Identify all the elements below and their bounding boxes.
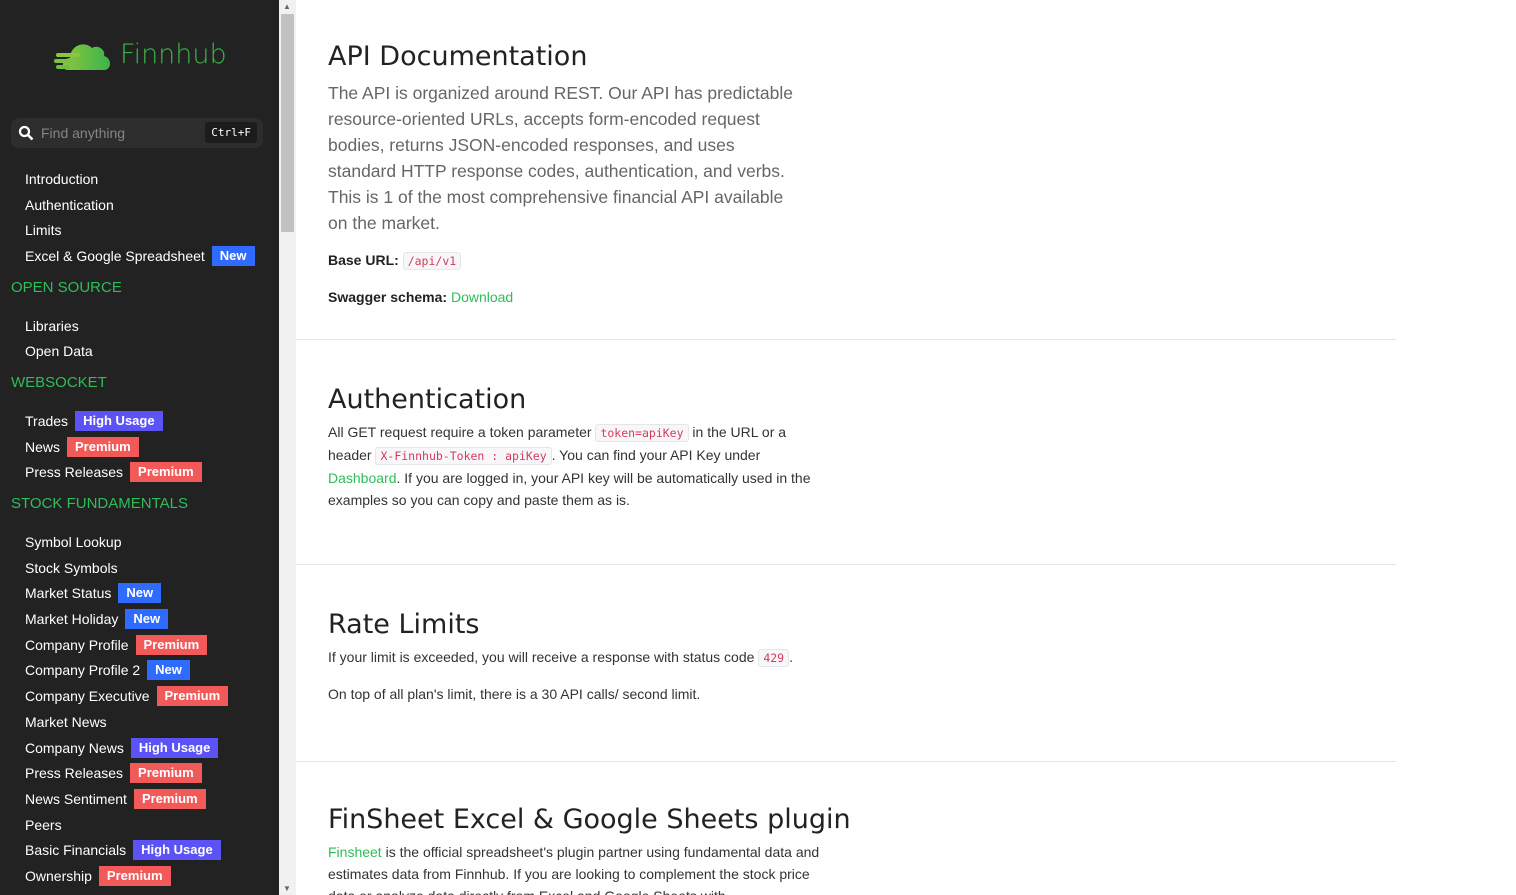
sidebar-item-label: Ownership bbox=[25, 867, 92, 884]
badge-high-usage: High Usage bbox=[75, 410, 163, 431]
sidebar-item-company-news[interactable]: Company News High Usage bbox=[0, 735, 279, 761]
finsheet-text: Finsheet is the official spreadsheet's p… bbox=[328, 844, 820, 895]
badge-new: New bbox=[125, 609, 169, 630]
sidebar-item-peers[interactable]: Peers bbox=[0, 812, 279, 838]
sidebar-item-market-status[interactable]: Market Status New bbox=[0, 581, 279, 607]
token-param-code: token=apiKey bbox=[595, 424, 689, 442]
nav-section-title: WEBSOCKET bbox=[11, 374, 107, 392]
sidebar-item-label: Market News bbox=[25, 713, 107, 730]
section-title: Rate Limits bbox=[328, 609, 480, 640]
sidebar-item-trades[interactable]: Trades High Usage bbox=[0, 408, 279, 434]
page-title: API Documentation bbox=[328, 41, 588, 72]
sidebar-item-limits[interactable]: Limits bbox=[0, 217, 279, 243]
badge-premium: Premium bbox=[156, 686, 229, 707]
limits-text-2: On top of all plan's limit, there is a 3… bbox=[328, 686, 701, 702]
sidebar-item-authentication[interactable]: Authentication bbox=[0, 192, 279, 218]
sidebar-item-label: Company Profile 2 bbox=[25, 662, 141, 679]
badge-new: New bbox=[118, 583, 162, 604]
sidebar-item-news[interactable]: News Premium bbox=[0, 434, 279, 460]
search-box[interactable]: Ctrl+F bbox=[11, 118, 263, 148]
sidebar-item-label: Peers bbox=[25, 816, 62, 833]
section-finsheet: FinSheet Excel & Google Sheets plugin Fi… bbox=[296, 762, 1396, 895]
sidebar-item-symbol-lookup[interactable]: Symbol Lookup bbox=[0, 529, 279, 555]
main-content: API Documentation The API is organized a… bbox=[296, 0, 1396, 895]
sidebar-item-label: Market Status bbox=[25, 585, 112, 602]
sidebar-item-label: Open Data bbox=[25, 343, 93, 360]
limits-text: If your limit is exceeded, you will rece… bbox=[328, 649, 793, 667]
nav-section-title: OPEN SOURCE bbox=[11, 278, 122, 296]
sidebar-item-label: Press Releases bbox=[25, 464, 124, 481]
finnhub-logo[interactable]: Finnhub bbox=[54, 36, 227, 72]
sidebar-item-label: Limits bbox=[25, 222, 62, 239]
sidebar-item-open-data[interactable]: Open Data bbox=[0, 338, 279, 364]
sidebar-item-libraries[interactable]: Libraries bbox=[0, 313, 279, 339]
finsheet-link[interactable]: Finsheet bbox=[328, 844, 382, 860]
scroll-up-icon[interactable]: ▲ bbox=[283, 2, 291, 11]
sidebar-item-company-profile-2[interactable]: Company Profile 2 New bbox=[0, 658, 279, 684]
sidebar-item-news-sentiment[interactable]: News Sentiment Premium bbox=[0, 786, 279, 812]
token-header-code: X-Finnhub-Token : apiKey bbox=[375, 447, 552, 465]
scrollbar[interactable]: ▲ ▼ bbox=[279, 0, 296, 895]
sidebar-item-label: Introduction bbox=[25, 170, 99, 187]
sidebar-item-label: Trades bbox=[25, 412, 69, 429]
badge-new: New bbox=[147, 660, 190, 681]
sidebar-item-label: Stock Symbols bbox=[25, 559, 118, 576]
section-rate-limits: Rate Limits If your limit is exceeded, y… bbox=[296, 565, 1396, 762]
search-icon bbox=[18, 125, 34, 141]
badge-premium: Premium bbox=[67, 436, 139, 457]
badge-premium: Premium bbox=[130, 462, 202, 483]
badge-new: New bbox=[211, 245, 255, 266]
sidebar-item-basic-financials[interactable]: Basic Financials High Usage bbox=[0, 837, 279, 863]
search-shortcut: Ctrl+F bbox=[205, 122, 257, 143]
section-introduction: API Documentation The API is organized a… bbox=[296, 0, 1396, 340]
sidebar-item-label: Basic Financials bbox=[25, 842, 127, 859]
sidebar-item-label: Press Releases bbox=[25, 765, 124, 782]
sidebar-item-label: Libraries bbox=[25, 317, 79, 334]
sidebar: Finnhub Ctrl+F Introduction Authenticatio… bbox=[0, 0, 279, 895]
sidebar-item-excel-google-spreadsheet[interactable]: Excel & Google Spreadsheet New bbox=[0, 243, 279, 269]
sidebar-item-label: Symbol Lookup bbox=[25, 534, 122, 551]
section-authentication: Authentication All GET request require a… bbox=[296, 340, 1396, 565]
sidebar-item-market-news[interactable]: Market News bbox=[0, 709, 279, 735]
sidebar-item-label: Company Executive bbox=[25, 688, 150, 705]
sidebar-item-label: Company News bbox=[25, 739, 124, 756]
base-url-label: Base URL bbox=[328, 252, 395, 268]
sidebar-item-press-releases[interactable]: Press Releases Premium bbox=[0, 760, 279, 786]
sidebar-item-label: Market Holiday bbox=[25, 611, 119, 628]
scroll-down-icon[interactable]: ▼ bbox=[283, 884, 291, 893]
search-input[interactable] bbox=[41, 125, 201, 141]
badge-premium: Premium bbox=[135, 634, 208, 655]
dashboard-link[interactable]: Dashboard bbox=[328, 470, 397, 486]
scrollbar-thumb[interactable] bbox=[281, 14, 294, 232]
section-title: Authentication bbox=[328, 384, 527, 415]
badge-premium: Premium bbox=[98, 865, 171, 886]
badge-high-usage: High Usage bbox=[130, 737, 219, 758]
badge-premium: Premium bbox=[133, 788, 206, 809]
status-code: 429 bbox=[758, 649, 790, 667]
badge-high-usage: High Usage bbox=[133, 840, 221, 861]
badge-premium: Premium bbox=[130, 763, 202, 784]
auth-text: All GET request require a token paramete… bbox=[328, 424, 811, 508]
sidebar-item-label: News bbox=[25, 438, 61, 455]
nav-section-title: STOCK FUNDAMENTALS bbox=[11, 495, 188, 513]
sidebar-item-press-releases[interactable]: Press Releases Premium bbox=[0, 460, 279, 486]
sidebar-item-ownership[interactable]: Ownership Premium bbox=[0, 863, 279, 889]
sidebar-item-label: Authentication bbox=[25, 196, 114, 213]
swagger-download-link[interactable]: Download bbox=[451, 289, 513, 305]
sidebar-item-company-profile[interactable]: Company Profile Premium bbox=[0, 632, 279, 658]
cloud-logo-icon bbox=[54, 44, 110, 70]
sidebar-item-introduction[interactable]: Introduction bbox=[0, 166, 279, 192]
section-title: FinSheet Excel & Google Sheets plugin bbox=[328, 804, 851, 835]
intro-lead: The API is organized around REST. Our AP… bbox=[328, 83, 793, 233]
swagger-label: Swagger schema bbox=[328, 289, 443, 305]
sidebar-item-label: News Sentiment bbox=[25, 790, 127, 807]
sidebar-item-company-executive[interactable]: Company Executive Premium bbox=[0, 683, 279, 709]
sidebar-item-label: Excel & Google Spreadsheet bbox=[25, 247, 205, 264]
sidebar-nav: Introduction Authentication Limits Excel & … bbox=[0, 166, 279, 889]
sidebar-item-market-holiday[interactable]: Market Holiday New bbox=[0, 606, 279, 632]
base-url-code: /api/v1 bbox=[402, 252, 462, 270]
sidebar-item-stock-symbols[interactable]: Stock Symbols bbox=[0, 555, 279, 581]
sidebar-item-label: Company Profile bbox=[25, 636, 129, 653]
